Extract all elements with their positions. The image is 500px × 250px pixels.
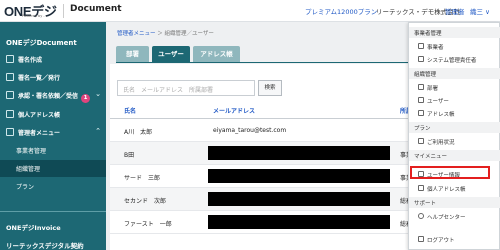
user-name: ファースト 一郎 (124, 221, 172, 228)
search-input[interactable]: 氏名 メールアドレス 所属部署 (117, 80, 255, 96)
redacted-email (208, 146, 390, 160)
list-icon (6, 73, 14, 81)
sidebar-item-label: 管理者メニュー (18, 130, 61, 137)
plan-link[interactable]: プレミアム12000プラン (305, 6, 377, 16)
user-name: A川 太郎 (124, 129, 153, 136)
menu-section-organization: 組織管理 (409, 68, 500, 79)
sidebar-item-create[interactable]: 署名作成 (0, 51, 106, 68)
sidebar-subitem-plan[interactable]: プラン (0, 178, 106, 195)
breadcrumb-root[interactable]: 管理者メニュー (117, 31, 156, 37)
logout-icon (418, 236, 424, 242)
address-book-icon (418, 185, 424, 191)
tab-address-book[interactable]: アドレス帳 (193, 46, 240, 62)
chevron-up-icon: ⌃ (95, 127, 101, 135)
menu-section-support: サポート (409, 197, 500, 208)
sidebar-item-label: 個人アドレス帳 (18, 112, 61, 119)
column-header-name[interactable]: 氏名 (124, 106, 136, 115)
chevron-down-icon: ⌄ (95, 90, 101, 98)
sidebar-item-approval[interactable]: 承認・署名依頼／受信 1 ⌄ (0, 87, 106, 104)
inbox-icon (6, 91, 14, 99)
address-book-icon (418, 110, 424, 116)
top-header: ONEデジ Powered by ... Document プレミアム12000… (0, 0, 500, 22)
menu-item-system-admin[interactable]: システム管理責任者 (409, 53, 500, 65)
notification-badge: 1 (81, 94, 91, 103)
sidebar-subitem-organization[interactable]: 組織管理 (0, 160, 106, 177)
sidebar-subitem-business[interactable]: 事業者管理 (0, 142, 106, 159)
tab-department[interactable]: 部署 (116, 46, 149, 62)
breadcrumb-current: 組織管理／ユーザー (164, 31, 214, 37)
sidebar-link-invoice[interactable]: ONEデジInvoice (6, 222, 61, 232)
user-name: B田 (124, 152, 135, 159)
highlight-box (410, 166, 490, 179)
menu-section-my-menu: マイメニュー (409, 150, 500, 161)
sidebar-item-admin-menu[interactable]: 管理者メニュー ⌃ (0, 124, 106, 141)
user-menu-toggle[interactable]: 織三 ∨ (470, 6, 490, 16)
menu-item-usage[interactable]: ご利用状況 (409, 135, 500, 147)
menu-section-plan: プラン (409, 122, 500, 133)
breadcrumb: 管理者メニュー ＞ 組織管理／ユーザー (117, 31, 214, 37)
menu-item-personal-address-book[interactable]: 個人アドレス帳 (409, 182, 500, 194)
sidebar-link-contract[interactable]: リーテックスデジタル契約 (6, 240, 84, 250)
user-icon (418, 56, 424, 62)
menu-section-business: 事業者管理 (409, 27, 500, 38)
user-name: サード 三郎 (124, 175, 161, 182)
sidebar-item-address-book[interactable]: 個人アドレス帳 (0, 106, 106, 123)
user-email: eiyama_tarou@test.com (213, 127, 287, 134)
redacted-email (208, 215, 390, 229)
column-header-email[interactable]: メールアドレス (213, 106, 255, 115)
sidebar: ONEデジDocument 署名作成 署名一覧／発行 承認・署名依頼／受信 1 ⌄… (0, 22, 106, 250)
header-divider (63, 4, 64, 18)
menu-item-department[interactable]: 部署 (409, 81, 500, 93)
page-title: Document (70, 4, 122, 14)
menu-item-address-book[interactable]: アドレス帳 (409, 107, 500, 119)
user-dropdown-menu: 事業者管理 事業者 システム管理責任者 組織管理 部署 ユーザー アドレス帳 プ… (408, 22, 500, 250)
building-icon (418, 43, 424, 49)
sidebar-item-list[interactable]: 署名一覧／発行 (0, 69, 106, 86)
sidebar-brand: ONEデジDocument (6, 39, 77, 47)
menu-item-business[interactable]: 事業者 (409, 40, 500, 52)
sidebar-item-label: 署名一覧／発行 (18, 75, 61, 82)
settings-icon (6, 128, 14, 136)
sidebar-item-label: 署名作成 (18, 57, 43, 64)
tab-users[interactable]: ユーザー (152, 46, 190, 62)
menu-item-logout[interactable]: ログアウト (409, 233, 500, 245)
sidebar-item-label: 承認・署名依頼／受信 1 (18, 91, 91, 103)
sidebar-divider (0, 211, 106, 212)
admin-link[interactable]: 管理者 (445, 6, 465, 16)
redacted-email (208, 169, 390, 183)
logo-subtitle: Powered by ... (22, 14, 47, 18)
pen-icon (6, 55, 14, 63)
user-name: セカンド 次郎 (124, 198, 167, 205)
help-icon (418, 213, 424, 219)
search-button[interactable]: 検索 (258, 80, 282, 96)
menu-item-users[interactable]: ユーザー (409, 94, 500, 106)
address-book-icon (6, 110, 14, 118)
user-icon (418, 97, 424, 103)
menu-item-help-center[interactable]: ヘルプセンター (409, 210, 500, 222)
department-icon (418, 84, 424, 90)
document-icon (418, 138, 424, 144)
redacted-email (208, 192, 390, 206)
